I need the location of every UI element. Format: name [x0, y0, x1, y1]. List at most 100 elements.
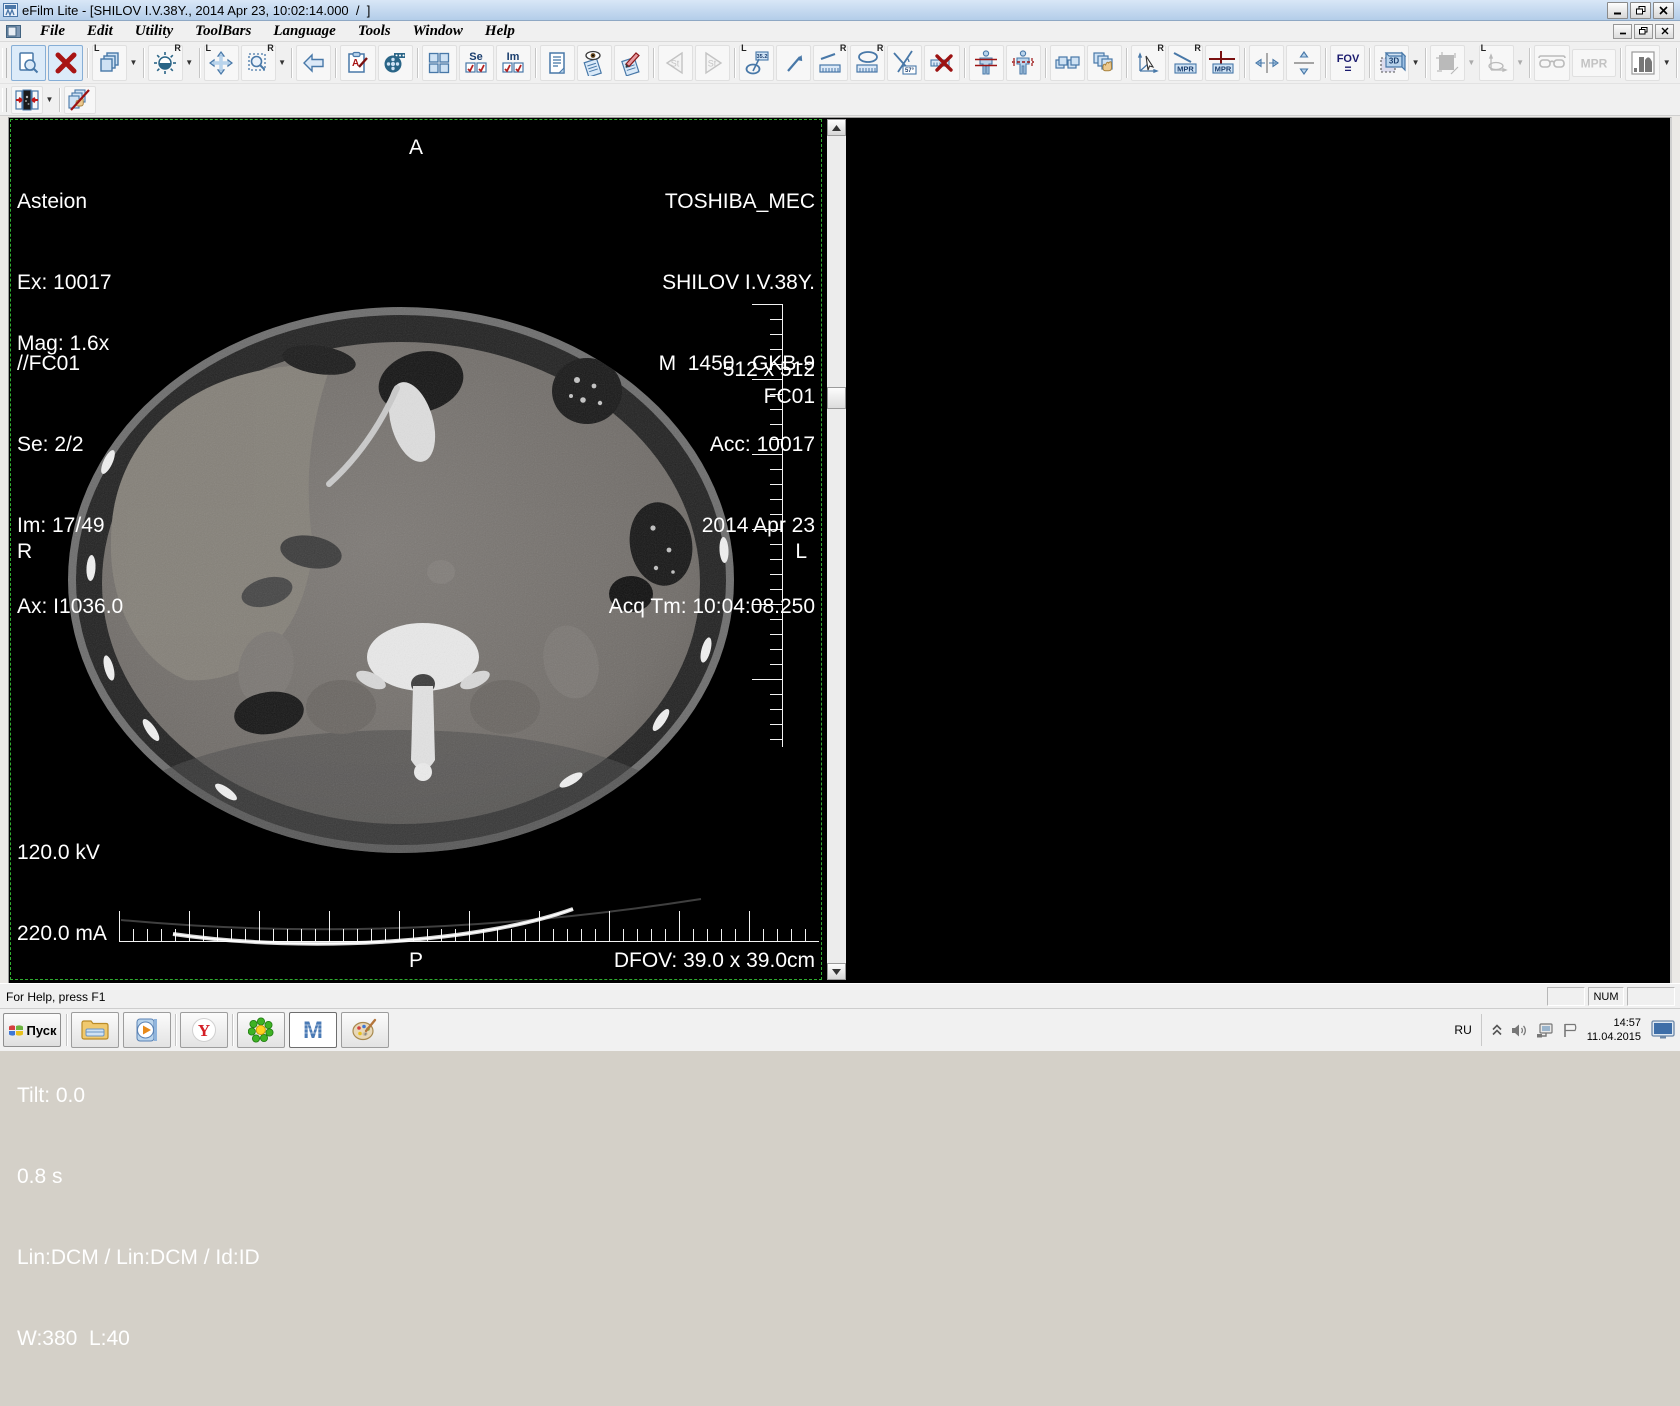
annotations-button[interactable]: A — [340, 45, 375, 81]
close-button[interactable] — [1653, 2, 1674, 19]
cursor-3d-button[interactable]: R — [1131, 45, 1166, 81]
start-button[interactable]: Пуск — [3, 1013, 61, 1047]
fit-image-dropdown[interactable]: ▼ — [44, 87, 55, 113]
show-desktop-button[interactable] — [1650, 1013, 1676, 1047]
measure-angle-button[interactable]: 57° — [887, 45, 922, 81]
view-3d-dropdown[interactable]: ▼ — [1410, 46, 1421, 80]
mpr-line-label: MPR — [1178, 64, 1195, 73]
delete-measurements-button[interactable] — [924, 45, 959, 81]
child-minimize-button[interactable] — [1613, 24, 1632, 39]
mpr-cross-label: MPR — [1215, 64, 1232, 73]
image-presentation-button[interactable]: Im — [496, 45, 531, 81]
image-stack-scrollbar[interactable] — [827, 119, 846, 980]
child-window-system-icon[interactable] — [6, 25, 21, 38]
window-level-button[interactable]: R — [148, 45, 183, 81]
measure-ellipse-button[interactable]: R — [850, 45, 885, 81]
menu-utility[interactable]: Utility — [124, 23, 184, 40]
taskbar-explorer-button[interactable] — [71, 1012, 119, 1048]
action-center-flag-icon[interactable] — [1562, 1023, 1578, 1038]
taskbar-yandex-button[interactable]: Y — [180, 1012, 228, 1048]
window-level-values: W:380 L:40 — [17, 1325, 260, 1352]
taskbar-efilm-button[interactable]: M — [289, 1012, 337, 1048]
axial-position: Ax: I1036.0 — [17, 593, 123, 620]
taskbar-icq-button[interactable] — [237, 1012, 285, 1048]
menu-window[interactable]: Window — [402, 23, 474, 40]
ct-image-viewport[interactable]: Asteion Ex: 10017 //FC01 Se: 2/2 Im: 17/… — [10, 119, 822, 980]
zoom-tool-button[interactable]: R — [241, 45, 276, 81]
clip-box-dropdown: ▼ — [1466, 46, 1477, 80]
scanner-model: Asteion — [17, 188, 123, 215]
measure-line-button[interactable]: R — [813, 45, 848, 81]
paint-palette-icon — [351, 1017, 379, 1043]
stack-tool-button[interactable]: L — [92, 45, 127, 81]
toolbar-grip[interactable] — [2, 88, 7, 112]
toolbar-separator — [1325, 48, 1326, 78]
toolbar-separator — [964, 48, 965, 78]
pan-tool-button[interactable]: L — [204, 45, 239, 81]
child-close-button[interactable] — [1655, 24, 1674, 39]
toolbar-separator — [59, 88, 60, 112]
scout-lines-button[interactable] — [969, 45, 1004, 81]
dicom-header-button[interactable] — [540, 45, 575, 81]
toolbar-separator — [1676, 48, 1677, 78]
reset-view-button[interactable] — [296, 45, 331, 81]
scroll-up-button[interactable] — [827, 119, 846, 136]
series-presentation-button[interactable]: Se — [459, 45, 494, 81]
menu-tools[interactable]: Tools — [347, 23, 402, 40]
minimize-button[interactable] — [1607, 2, 1628, 19]
rotate-3d-button: L — [1479, 45, 1514, 81]
mpr-line-button[interactable]: R MPR — [1168, 45, 1203, 81]
suspend-drag-button[interactable] — [64, 86, 96, 114]
cine-button[interactable] — [378, 45, 413, 81]
menu-edit[interactable]: Edit — [76, 23, 124, 40]
exam-number: Ex: 10017 — [17, 269, 123, 296]
flip-vertical-button[interactable] — [1286, 45, 1321, 81]
close-study-button[interactable] — [48, 45, 83, 81]
menu-file[interactable]: File — [29, 23, 76, 40]
drag-series-button[interactable] — [1087, 45, 1122, 81]
toolbar-grip[interactable] — [2, 48, 7, 78]
menu-toolbars[interactable]: ToolBars — [184, 23, 262, 40]
restore-button[interactable] — [1630, 2, 1651, 19]
language-indicator[interactable]: RU — [1454, 1023, 1471, 1037]
zoom-tool-dropdown[interactable]: ▼ — [277, 46, 288, 80]
menu-language[interactable]: Language — [262, 23, 347, 40]
stack-tool-dropdown[interactable]: ▼ — [128, 46, 139, 80]
taskbar-paint-button[interactable] — [341, 1012, 389, 1048]
network-icon[interactable] — [1536, 1023, 1554, 1038]
volume-icon[interactable] — [1511, 1023, 1528, 1038]
title-bar[interactable]: eFilm Lite - [SHILOV I.V.38Y., 2014 Apr … — [0, 0, 1680, 21]
menu-help[interactable]: Help — [474, 23, 526, 40]
arrow-annotation-button[interactable] — [776, 45, 811, 81]
status-pane-scrl — [1627, 987, 1675, 1006]
study-manager-button[interactable] — [11, 45, 46, 81]
probe-tool-button[interactable]: L 35.2 — [739, 45, 774, 81]
window-level-dropdown[interactable]: ▼ — [184, 46, 195, 80]
histogram-dropdown[interactable]: ▼ — [1661, 46, 1672, 80]
mpr-crosshair-button[interactable]: MPR — [1205, 45, 1240, 81]
localizer-button[interactable] — [1006, 45, 1041, 81]
edit-report-button[interactable] — [614, 45, 649, 81]
lut-info: Lin:DCM / Lin:DCM / Id:ID — [17, 1244, 260, 1271]
histogram-button[interactable] — [1625, 45, 1660, 81]
view-3d-button[interactable]: 3D — [1374, 45, 1409, 81]
tray-icons — [1481, 1014, 1578, 1046]
scroll-down-button[interactable] — [827, 963, 846, 980]
magnification-label: Mag: 1.6x — [17, 330, 109, 357]
media-player-icon — [134, 1017, 160, 1043]
view-report-button[interactable] — [577, 45, 612, 81]
series-layout-grid-button[interactable] — [422, 45, 457, 81]
mpr-mode-button: MPR — [1572, 49, 1617, 77]
desktop-monitor-icon — [1651, 1020, 1675, 1040]
fit-image-button[interactable] — [11, 86, 43, 114]
tile-images-button[interactable] — [1050, 45, 1085, 81]
mouse-right-badge: R — [877, 44, 884, 53]
child-restore-button[interactable] — [1634, 24, 1653, 39]
toolbar-separator — [734, 48, 735, 78]
scrollbar-thumb[interactable] — [827, 387, 846, 409]
taskbar-mediaplayer-button[interactable] — [123, 1012, 171, 1048]
tray-clock[interactable]: 14:57 11.04.2015 — [1587, 1016, 1641, 1044]
flip-horizontal-button[interactable] — [1249, 45, 1284, 81]
fov-button[interactable]: FOV= — [1330, 45, 1365, 81]
show-hidden-icons-chevron[interactable] — [1491, 1023, 1503, 1037]
